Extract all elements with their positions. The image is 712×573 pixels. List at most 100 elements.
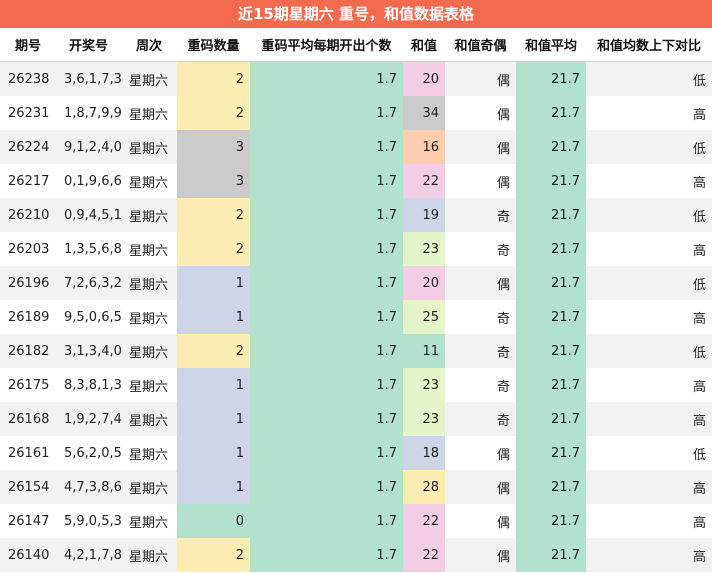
cell-weekday: 星期六 — [121, 232, 177, 266]
cell-sum-avg: 21.7 — [516, 232, 586, 266]
cell-sum-compare: 高 — [586, 470, 712, 504]
cell-numbers: 1,8,7,9,9 — [56, 96, 122, 130]
cell-issue: 26231 — [0, 96, 56, 130]
cell-numbers: 0,9,4,5,1 — [56, 198, 122, 232]
table-row: 26154 4,7,3,8,6 星期六 1 1.7 28 偶 21.7 高 — [0, 470, 712, 504]
cell-issue: 26182 — [0, 334, 56, 368]
cell-sum: 19 — [403, 198, 445, 232]
cell-sum-compare: 低 — [586, 61, 712, 96]
cell-sum: 25 — [403, 300, 445, 334]
cell-repeat-count: 2 — [177, 198, 250, 232]
cell-sum-parity: 偶 — [445, 266, 516, 300]
cell-sum: 23 — [403, 368, 445, 402]
cell-sum: 22 — [403, 164, 445, 198]
cell-issue: 26210 — [0, 198, 56, 232]
cell-weekday: 星期六 — [121, 164, 177, 198]
cell-sum-avg: 21.7 — [516, 436, 586, 470]
cell-weekday: 星期六 — [121, 504, 177, 538]
cell-weekday: 星期六 — [121, 96, 177, 130]
cell-sum: 20 — [403, 61, 445, 96]
cell-weekday: 星期六 — [121, 470, 177, 504]
cell-repeat-avg: 1.7 — [250, 504, 403, 538]
cell-sum-avg: 21.7 — [516, 198, 586, 232]
cell-issue: 26203 — [0, 232, 56, 266]
cell-sum: 22 — [403, 538, 445, 572]
cell-issue: 26217 — [0, 164, 56, 198]
cell-sum-avg: 21.7 — [516, 96, 586, 130]
cell-weekday: 星期六 — [121, 61, 177, 96]
cell-repeat-count: 2 — [177, 232, 250, 266]
cell-issue: 26147 — [0, 504, 56, 538]
header-numbers: 开奖号 — [56, 28, 121, 62]
cell-sum-avg: 21.7 — [516, 504, 586, 538]
cell-sum-avg: 21.7 — [516, 164, 586, 198]
cell-numbers: 1,3,5,6,8 — [56, 232, 122, 266]
cell-sum-avg: 21.7 — [516, 470, 586, 504]
cell-sum: 28 — [403, 470, 445, 504]
table-row: 26231 1,8,7,9,9 星期六 2 1.7 34 偶 21.7 高 — [0, 96, 712, 130]
cell-sum-parity: 奇 — [445, 232, 516, 266]
table-body: 26238 3,6,1,7,3 星期六 2 1.7 20 偶 21.7 低 26231 1,8,7,… — [0, 61, 712, 572]
cell-sum-parity: 偶 — [445, 538, 516, 572]
cell-sum: 11 — [403, 334, 445, 368]
cell-repeat-count: 2 — [177, 538, 250, 572]
cell-sum-compare: 高 — [586, 538, 712, 572]
cell-sum-avg: 21.7 — [516, 61, 586, 96]
cell-issue: 26189 — [0, 300, 56, 334]
cell-numbers: 5,6,2,0,5 — [56, 436, 122, 470]
cell-sum-avg: 21.7 — [516, 266, 586, 300]
cell-sum-avg: 21.7 — [516, 300, 586, 334]
cell-numbers: 3,6,1,7,3 — [56, 61, 122, 96]
cell-numbers: 9,5,0,6,5 — [56, 300, 122, 334]
header-sum-compare: 和值均数上下对比 — [586, 28, 712, 62]
cell-numbers: 8,3,8,1,3 — [56, 368, 122, 402]
cell-sum-compare: 低 — [586, 130, 712, 164]
table-row: 26182 3,1,3,4,0 星期六 2 1.7 11 奇 21.7 低 — [0, 334, 712, 368]
cell-numbers: 1,9,2,7,4 — [56, 402, 122, 436]
cell-repeat-avg: 1.7 — [250, 368, 403, 402]
cell-numbers: 7,2,6,3,2 — [56, 266, 122, 300]
table-row: 26238 3,6,1,7,3 星期六 2 1.7 20 偶 21.7 低 — [0, 61, 712, 96]
cell-repeat-count: 3 — [177, 164, 250, 198]
cell-sum-parity: 奇 — [445, 300, 516, 334]
cell-repeat-avg: 1.7 — [250, 164, 403, 198]
cell-sum-compare: 低 — [586, 198, 712, 232]
cell-sum-compare: 高 — [586, 504, 712, 538]
cell-weekday: 星期六 — [121, 266, 177, 300]
cell-numbers: 9,1,2,4,0 — [56, 130, 122, 164]
cell-weekday: 星期六 — [121, 368, 177, 402]
cell-numbers: 5,9,0,5,3 — [56, 504, 122, 538]
cell-repeat-avg: 1.7 — [250, 198, 403, 232]
cell-sum-parity: 奇 — [445, 368, 516, 402]
cell-sum-compare: 低 — [586, 334, 712, 368]
cell-weekday: 星期六 — [121, 130, 177, 164]
cell-sum: 18 — [403, 436, 445, 470]
cell-sum: 23 — [403, 232, 445, 266]
cell-repeat-count: 1 — [177, 402, 250, 436]
cell-sum-parity: 偶 — [445, 470, 516, 504]
cell-repeat-count: 1 — [177, 266, 250, 300]
cell-sum-parity: 奇 — [445, 402, 516, 436]
cell-sum: 16 — [403, 130, 445, 164]
cell-sum: 22 — [403, 504, 445, 538]
header-repeat-avg: 重码平均每期开出个数 — [250, 28, 403, 62]
cell-repeat-count: 1 — [177, 368, 250, 402]
cell-repeat-avg: 1.7 — [250, 266, 403, 300]
cell-sum-parity: 偶 — [445, 130, 516, 164]
cell-sum-parity: 奇 — [445, 198, 516, 232]
header-sum: 和值 — [403, 28, 445, 62]
cell-sum-avg: 21.7 — [516, 368, 586, 402]
table-row: 26140 4,2,1,7,8 星期六 2 1.7 22 偶 21.7 高 — [0, 538, 712, 572]
cell-numbers: 3,1,3,4,0 — [56, 334, 122, 368]
cell-repeat-count: 1 — [177, 300, 250, 334]
cell-sum-parity: 偶 — [445, 436, 516, 470]
cell-weekday: 星期六 — [121, 198, 177, 232]
data-table: 期号 开奖号 周次 重码数量 重码平均每期开出个数 和值 和值奇偶 和值平均 和… — [0, 28, 712, 572]
cell-repeat-count: 0 — [177, 504, 250, 538]
table-row: 26203 1,3,5,6,8 星期六 2 1.7 23 奇 21.7 高 — [0, 232, 712, 266]
cell-repeat-count: 2 — [177, 334, 250, 368]
table-row: 26168 1,9,2,7,4 星期六 1 1.7 23 奇 21.7 高 — [0, 402, 712, 436]
cell-repeat-avg: 1.7 — [250, 300, 403, 334]
cell-sum-avg: 21.7 — [516, 130, 586, 164]
cell-sum-parity: 偶 — [445, 504, 516, 538]
